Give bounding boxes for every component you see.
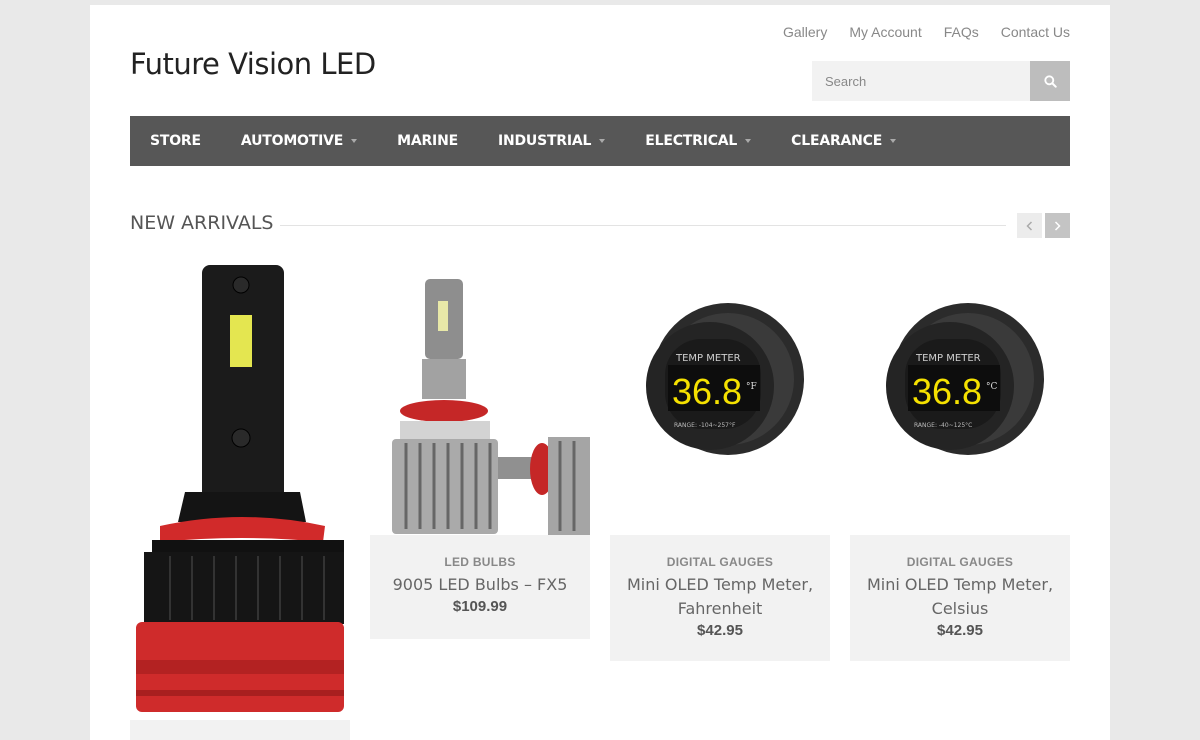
nav-industrial-label: INDUSTRIAL — [497, 133, 592, 149]
nav-automotive[interactable]: AUTOMOTIVE — [240, 133, 358, 149]
nav-electrical[interactable]: ELECTRICAL — [645, 133, 752, 149]
my-account-link[interactable]: My Account — [849, 24, 921, 40]
temp-meter-fahrenheit-image: TEMP METER 36.8 °F RANGE: -104~257°F — [646, 303, 804, 455]
meter-unit: °C — [986, 382, 998, 392]
faqs-link[interactable]: FAQs — [944, 24, 979, 40]
product-category: LED BULBS — [444, 555, 516, 569]
caret-down-icon — [599, 139, 606, 143]
meter-range: RANGE: -40~125°C — [914, 422, 972, 429]
search-input[interactable] — [812, 61, 1030, 101]
meter-range: RANGE: -104~257°F — [674, 422, 736, 429]
led-headlight-bulb-image — [136, 265, 344, 712]
product-card[interactable] — [130, 260, 350, 740]
meter-unit: °F — [746, 382, 757, 392]
product-card[interactable]: TEMP METER 36.8 °F RANGE: -104~257°F DIG… — [610, 271, 830, 661]
caret-down-icon — [890, 139, 897, 143]
page: Gallery My Account FAQs Contact Us Futur… — [90, 5, 1110, 740]
meter-header: TEMP METER — [675, 353, 741, 364]
product-info: DIGITAL GAUGES Mini OLED Temp Meter, Fah… — [610, 535, 830, 661]
nav-store-label: STORE — [150, 133, 201, 149]
section-title: NEW ARRIVALS — [130, 212, 274, 234]
product-info — [130, 720, 350, 740]
product-name[interactable]: 9005 LED Bulbs – FX5 — [370, 573, 590, 597]
nav-clearance[interactable]: CLEARANCE — [791, 133, 897, 149]
nav-electrical-label: ELECTRICAL — [645, 133, 738, 149]
led-bulb-pair-image — [392, 279, 590, 535]
contact-us-link[interactable]: Contact Us — [1001, 24, 1070, 40]
temp-meter-celsius-image: TEMP METER 36.8 °C RANGE: -40~125°C — [886, 303, 1044, 455]
section-divider — [280, 225, 1006, 226]
product-card[interactable]: TEMP METER 36.8 °C RANGE: -40~125°C DIGI… — [850, 271, 1070, 661]
chevron-left-icon — [1026, 220, 1033, 231]
product-name[interactable]: Mini OLED Temp Meter, Celsius — [850, 573, 1070, 621]
carousel-prev-button[interactable] — [1017, 213, 1042, 238]
product-name[interactable]: Mini OLED Temp Meter, Fahrenheit — [610, 573, 830, 621]
nav-automotive-label: AUTOMOTIVE — [240, 133, 344, 149]
nav-marine[interactable]: MARINE — [397, 133, 458, 149]
product-card[interactable]: LED BULBS 9005 LED Bulbs – FX5 $109.99 — [370, 271, 590, 639]
product-price: $42.95 — [697, 622, 743, 639]
product-image[interactable] — [130, 260, 350, 720]
nav-clearance-label: CLEARANCE — [791, 133, 883, 149]
product-image[interactable] — [370, 271, 590, 535]
site-logo[interactable]: Future Vision LED — [130, 47, 376, 81]
product-info: LED BULBS 9005 LED Bulbs – FX5 $109.99 — [370, 535, 590, 639]
gallery-link[interactable]: Gallery — [783, 24, 827, 40]
search-form — [812, 61, 1070, 101]
search-button[interactable] — [1030, 61, 1070, 101]
product-image[interactable]: TEMP METER 36.8 °F RANGE: -104~257°F — [610, 271, 830, 535]
caret-down-icon — [351, 139, 358, 143]
caret-down-icon — [745, 139, 752, 143]
meter-header: TEMP METER — [915, 353, 981, 364]
nav-store[interactable]: STORE — [150, 133, 201, 149]
carousel-next-button[interactable] — [1045, 213, 1070, 238]
product-image[interactable]: TEMP METER 36.8 °C RANGE: -40~125°C — [850, 271, 1070, 535]
chevron-right-icon — [1054, 220, 1061, 231]
nav-marine-label: MARINE — [397, 133, 458, 149]
product-category: DIGITAL GAUGES — [906, 555, 1014, 569]
product-price: $42.95 — [937, 622, 983, 639]
top-links: Gallery My Account FAQs Contact Us — [783, 24, 1070, 40]
nav-industrial[interactable]: INDUSTRIAL — [497, 133, 606, 149]
product-info: DIGITAL GAUGES Mini OLED Temp Meter, Cel… — [850, 535, 1070, 661]
search-icon — [1043, 74, 1057, 88]
product-price: $109.99 — [452, 598, 508, 615]
meter-reading: 36.8 — [672, 371, 742, 412]
meter-reading: 36.8 — [912, 371, 982, 412]
main-nav: STORE AUTOMOTIVE MARINE INDUSTRIAL ELECT… — [130, 116, 1070, 166]
product-category: DIGITAL GAUGES — [666, 555, 774, 569]
